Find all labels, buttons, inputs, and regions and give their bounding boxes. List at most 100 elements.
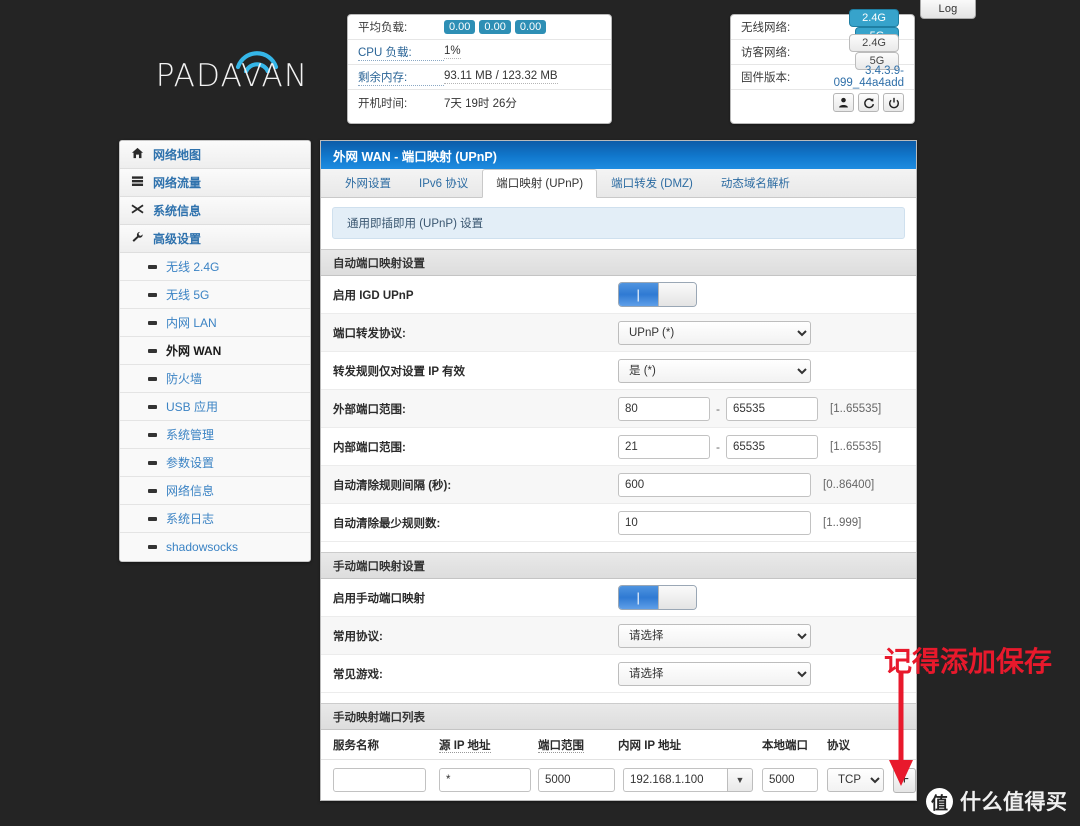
- lan-ip-input[interactable]: [623, 768, 727, 792]
- sidebar-item-shadowsocks[interactable]: shadowsocks: [120, 533, 310, 561]
- restrict-ip-label: 转发规则仅对设置 IP 有效: [333, 365, 466, 378]
- external-port-to-input[interactable]: [726, 396, 818, 421]
- forward-protocol-select[interactable]: UPnP (*): [618, 320, 811, 345]
- sidebar-item-wan[interactable]: 外网 WAN: [120, 337, 310, 365]
- free-memory-label[interactable]: 剩余内存:: [358, 69, 444, 86]
- user-icon[interactable]: [833, 93, 854, 112]
- external-port-range-label: 外部端口范围:: [333, 403, 406, 416]
- status-row-cpu: CPU 负载: 1%: [348, 40, 611, 65]
- status-action-row: [731, 90, 914, 115]
- local-port-input[interactable]: [762, 768, 818, 792]
- wireless-24g-button[interactable]: 2.4G: [849, 9, 899, 27]
- network-status-panel: 无线网络: 2.4G5G 访客网络: 2.4G5G 固件版本: 3.4.3.9-…: [730, 9, 915, 124]
- internal-port-from-input[interactable]: [618, 434, 710, 459]
- loadavg-badge-1: 0.00: [444, 20, 476, 34]
- common-protocol-select[interactable]: 请选择: [618, 623, 811, 648]
- bullet-dash-icon: [148, 516, 157, 521]
- tab-bar: 外网设置 IPv6 协议 端口映射 (UPnP) 端口转发 (DMZ) 动态域名…: [321, 169, 916, 198]
- common-game-label: 常见游戏:: [333, 668, 383, 681]
- source-ip-input[interactable]: [439, 768, 531, 792]
- status-row-uptime: 开机时间: 7天 19时 26分: [348, 90, 611, 115]
- tab-ipv6[interactable]: IPv6 协议: [405, 169, 482, 198]
- chevron-down-icon[interactable]: ▼: [727, 768, 753, 792]
- sidebar-item-system-log[interactable]: 系统日志: [120, 505, 310, 533]
- sidebar-item-network-info[interactable]: 网络信息: [120, 477, 310, 505]
- sidebar-item-firewall[interactable]: 防火墙: [120, 365, 310, 393]
- guest-24g-button[interactable]: 2.4G: [849, 34, 899, 52]
- firmware-version-link[interactable]: 3.4.3.9-099_44a4add: [813, 65, 904, 89]
- tab-ddns[interactable]: 动态域名解析: [707, 169, 804, 198]
- bullet-dash-icon: [148, 292, 157, 297]
- row-restrict-ip: 转发规则仅对设置 IP 有效 是 (*): [321, 352, 916, 390]
- watermark-text: 什么值得买: [960, 790, 1068, 814]
- bullet-dash-icon: [148, 545, 157, 549]
- clean-interval-input[interactable]: [618, 472, 811, 497]
- sidebar-nav: 网络地图 网络流量 系统信息 高级设置 无线 2.4G 无线 5G 内网 LAN…: [119, 140, 311, 562]
- sidebar-label-network-info: 网络信息: [166, 484, 215, 498]
- min-rules-input[interactable]: [618, 510, 811, 535]
- sidebar-label-advanced-settings: 高级设置: [153, 232, 202, 246]
- shuffle-icon: [131, 203, 153, 218]
- sidebar-item-wireless-24g[interactable]: 无线 2.4G: [120, 253, 310, 281]
- sidebar-item-parameters[interactable]: 参数设置: [120, 449, 310, 477]
- sidebar-item-system-info[interactable]: 系统信息: [120, 197, 310, 225]
- external-port-hint: [1..65535]: [830, 402, 882, 415]
- internal-port-to-input[interactable]: [726, 434, 818, 459]
- wireless-label: 无线网络:: [741, 22, 791, 34]
- min-rules-hint: [1..999]: [823, 516, 862, 529]
- row-external-port-range: 外部端口范围: - [1..65535]: [321, 390, 916, 428]
- guest-network-label: 访客网络:: [741, 47, 791, 59]
- internal-port-range-label: 内部端口范围:: [333, 441, 406, 454]
- refresh-icon[interactable]: [858, 93, 879, 112]
- down-arrow-icon: [889, 672, 913, 786]
- range-separator: -: [716, 401, 720, 416]
- tab-upnp[interactable]: 端口映射 (UPnP): [482, 169, 598, 198]
- external-port-from-input[interactable]: [618, 396, 710, 421]
- main-content-panel: 外网 WAN - 端口映射 (UPnP) 外网设置 IPv6 协议 端口映射 (…: [320, 140, 917, 801]
- manual-mapping-toggle[interactable]: |: [618, 585, 697, 610]
- common-game-select[interactable]: 请选择: [618, 661, 811, 686]
- col-source-ip: 源 IP 地址: [439, 739, 491, 753]
- free-memory-value: 93.11 MB / 123.32 MB: [444, 70, 558, 84]
- sidebar-label-network-map: 网络地图: [153, 148, 202, 162]
- service-name-input[interactable]: [333, 768, 426, 792]
- row-common-game: 常见游戏: 请选择: [321, 655, 916, 693]
- uptime-value: 7天 19时 26分: [444, 97, 517, 110]
- table-row: ▼ TCP +: [321, 760, 916, 800]
- sidebar-item-usb-apps[interactable]: USB 应用: [120, 393, 310, 421]
- port-range-input[interactable]: [538, 768, 615, 792]
- tab-wan-settings[interactable]: 外网设置: [331, 169, 405, 198]
- igd-upnp-toggle[interactable]: |: [618, 282, 697, 307]
- sidebar-label-firewall: 防火墙: [166, 372, 203, 386]
- wrench-icon: [131, 231, 153, 246]
- uptime-label: 开机时间:: [358, 97, 408, 110]
- lan-ip-combo[interactable]: ▼: [623, 768, 753, 792]
- log-tab-button[interactable]: Log: [920, 0, 976, 19]
- loadavg-values: 0.00 0.00 0.00: [444, 20, 601, 34]
- sidebar-item-network-map[interactable]: 网络地图: [120, 141, 310, 169]
- col-local-port: 本地端口: [762, 739, 808, 752]
- power-icon[interactable]: [883, 93, 904, 112]
- toggle-on-half: |: [619, 283, 658, 306]
- restrict-ip-select[interactable]: 是 (*): [618, 358, 811, 383]
- sidebar-item-wireless-5g[interactable]: 无线 5G: [120, 281, 310, 309]
- row-internal-port-range: 内部端口范围: - [1..65535]: [321, 428, 916, 466]
- loadavg-label: 平均负载:: [358, 22, 408, 34]
- tab-dmz[interactable]: 端口转发 (DMZ): [597, 169, 707, 198]
- sidebar-label-system-log: 系统日志: [166, 512, 215, 526]
- forward-protocol-label: 端口转发协议:: [333, 327, 406, 340]
- col-service-name: 服务名称: [333, 739, 379, 752]
- row-min-rules: 自动清除最少规则数: [1..999]: [321, 504, 916, 542]
- sidebar-item-system-admin[interactable]: 系统管理: [120, 421, 310, 449]
- bullet-dash-icon: [148, 432, 157, 437]
- status-row-loadavg: 平均负载: 0.00 0.00 0.00: [348, 15, 611, 40]
- sidebar-item-network-traffic[interactable]: 网络流量: [120, 169, 310, 197]
- internal-port-hint: [1..65535]: [830, 440, 882, 453]
- sidebar-item-lan[interactable]: 内网 LAN: [120, 309, 310, 337]
- cpu-load-label[interactable]: CPU 负载:: [358, 44, 444, 61]
- col-protocol: 协议: [827, 739, 850, 752]
- enable-manual-mapping-label: 启用手动端口映射: [333, 592, 425, 605]
- protocol-select[interactable]: TCP: [827, 768, 884, 792]
- toggle-on-half: |: [619, 586, 658, 609]
- sidebar-item-advanced-settings[interactable]: 高级设置: [120, 225, 310, 253]
